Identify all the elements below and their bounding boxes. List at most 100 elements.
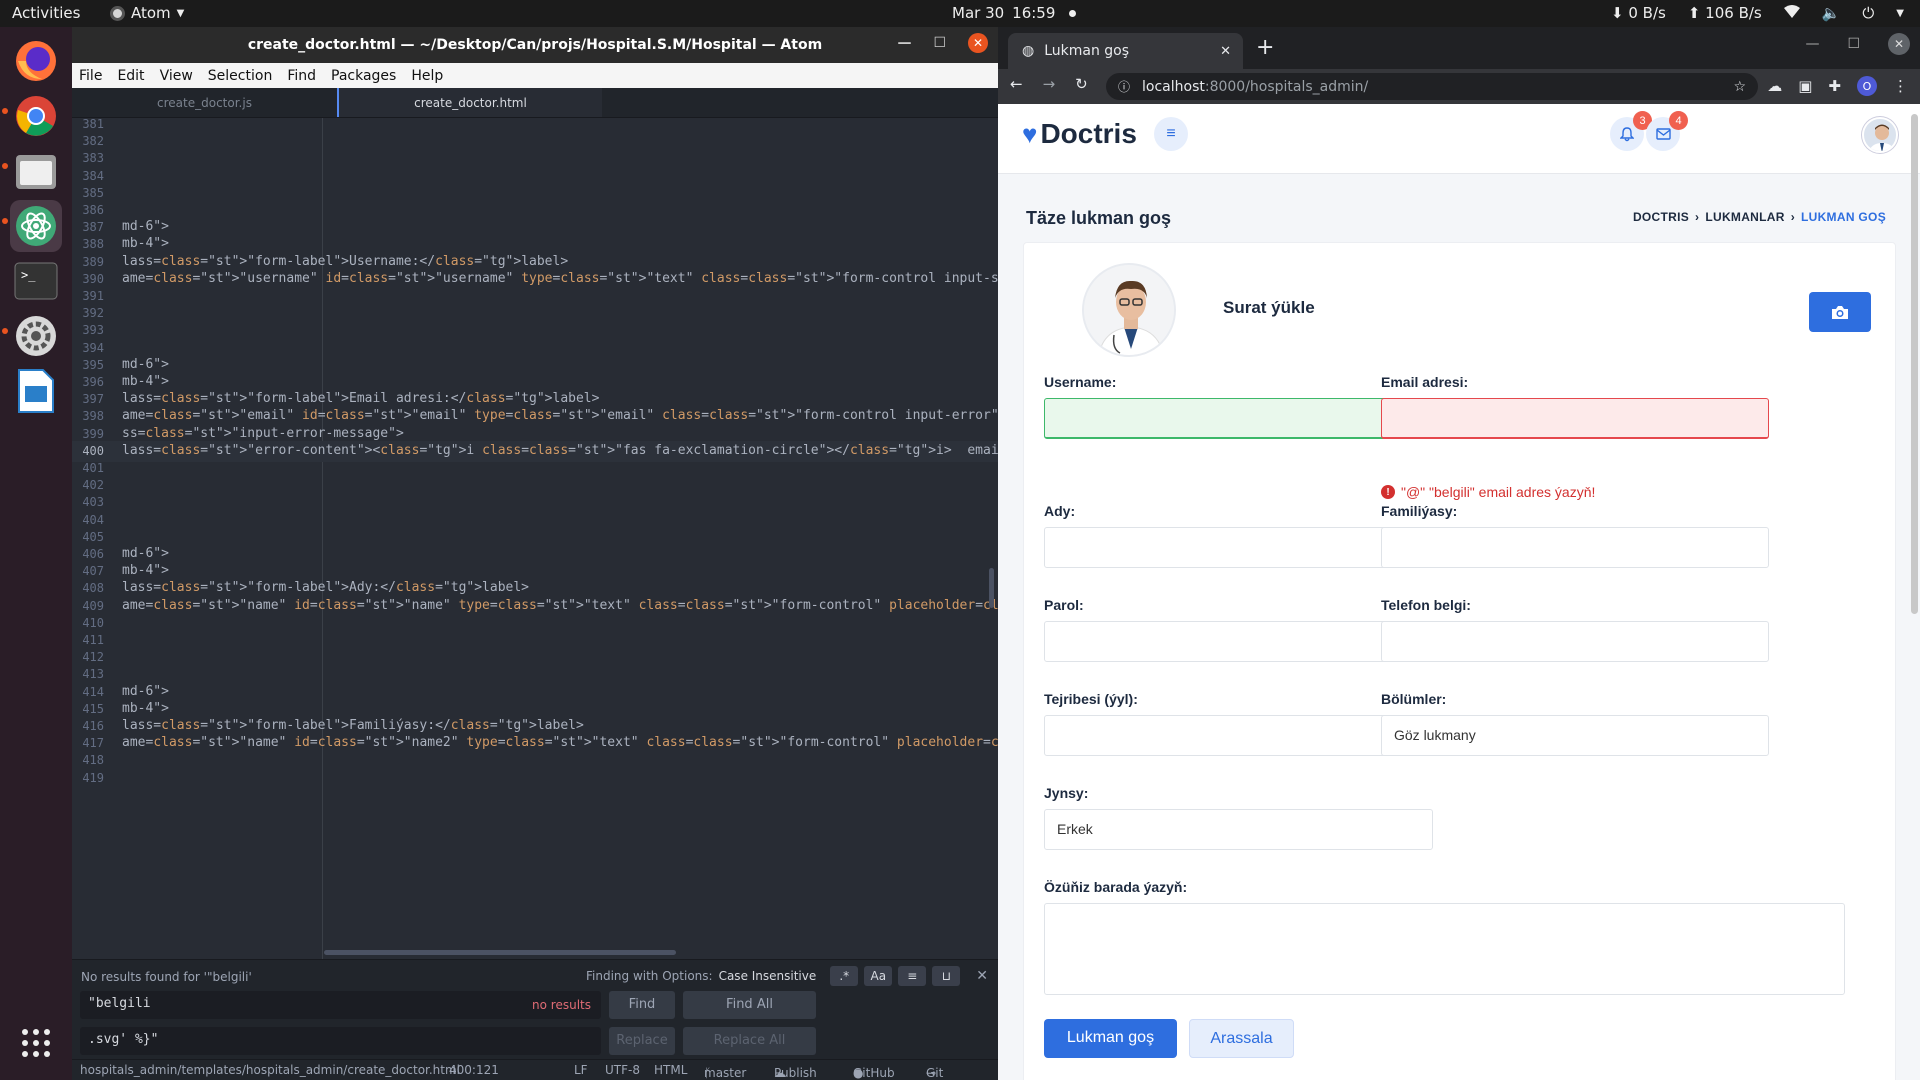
line-number: 419 xyxy=(82,770,104,785)
camera-upload-button[interactable] xyxy=(1809,292,1871,332)
app-grid-icon[interactable] xyxy=(10,1017,62,1069)
site-logo[interactable]: ♥ Doctris xyxy=(1022,118,1137,150)
code-editor[interactable]: 381 382 383 384 385 386 387 md-6"> 388 mb-4"> 389 l… xyxy=(72,118,998,959)
department-select[interactable]: Göz lukmany xyxy=(1381,715,1769,756)
atom-menubar: File Edit View Selection Find Packages H… xyxy=(72,63,998,88)
breadcrumb-doctris[interactable]: DOCTRIS xyxy=(1633,210,1689,224)
close-find-icon[interactable]: ✕ xyxy=(976,968,988,984)
extensions-puzzle-icon[interactable]: ✚ xyxy=(1828,77,1841,95)
minimize-icon[interactable]: — xyxy=(897,35,911,51)
selection-only-icon[interactable]: ≡ xyxy=(898,966,927,986)
forward-icon[interactable]: → xyxy=(1043,75,1056,93)
clock-date: Mar 30 xyxy=(952,4,1005,22)
name-input[interactable] xyxy=(1044,527,1433,568)
reset-button[interactable]: Arassala xyxy=(1189,1019,1294,1058)
notifications-bell-icon[interactable]: 3 xyxy=(1610,111,1652,151)
cursor-position[interactable]: 400:121 xyxy=(449,1063,499,1077)
phone-input[interactable] xyxy=(1381,621,1769,662)
minimize-icon[interactable]: — xyxy=(1805,36,1819,52)
close-icon[interactable]: ✕ xyxy=(968,33,988,53)
user-avatar[interactable] xyxy=(1862,117,1898,153)
file-path[interactable]: hospitals_admin/templates/hospitals_admi… xyxy=(80,1063,460,1077)
code-line[interactable]: 419 xyxy=(72,768,998,789)
grammar[interactable]: HTML xyxy=(654,1063,687,1077)
extension-cloud-icon[interactable]: ☁ xyxy=(1767,77,1782,95)
app-menu[interactable]: Atom ▼ xyxy=(110,4,184,22)
replace-all-button[interactable]: Replace All xyxy=(683,1027,816,1055)
menu-toggle-icon[interactable]: ≡ xyxy=(1154,117,1188,151)
menu-selection[interactable]: Selection xyxy=(208,68,273,84)
new-tab-icon[interactable]: + xyxy=(1256,35,1274,60)
caret-down-icon: ▼ xyxy=(176,7,185,19)
line-number: 387 xyxy=(82,220,104,235)
menu-packages[interactable]: Packages xyxy=(331,68,396,84)
extension-screen-icon[interactable]: ▣ xyxy=(1798,77,1812,95)
whole-word-icon[interactable]: ⊔ xyxy=(932,966,961,986)
page-title: Täze lukman goş xyxy=(1026,208,1172,228)
libreoffice-impress-icon[interactable] xyxy=(10,365,62,417)
files-icon[interactable] xyxy=(10,145,62,197)
volume-icon: 🔈 xyxy=(1821,4,1841,22)
bookmark-star-icon[interactable]: ☆ xyxy=(1733,79,1746,95)
menu-view[interactable]: View xyxy=(160,68,193,84)
regex-toggle[interactable]: .* xyxy=(830,966,859,986)
surname-input[interactable] xyxy=(1381,527,1769,568)
tab-create-doctor-js[interactable]: create_doctor.js xyxy=(72,88,337,117)
experience-input[interactable] xyxy=(1044,715,1433,756)
line-number: 399 xyxy=(82,426,104,441)
horizontal-scrollbar[interactable] xyxy=(324,950,676,955)
line-number: 415 xyxy=(82,701,104,716)
email-error-message: ! "@" "belgili" email adres ýazyň! xyxy=(1381,484,1595,500)
atom-titlebar[interactable]: create_doctor.html — ~/Desktop/Can/projs… xyxy=(72,27,998,63)
find-all-button[interactable]: Find All xyxy=(683,991,816,1019)
find-input[interactable]: "belgili no results xyxy=(80,991,601,1019)
password-input[interactable]: 👁 xyxy=(1044,621,1433,662)
atom-icon[interactable] xyxy=(10,200,62,252)
menu-edit[interactable]: Edit xyxy=(117,68,144,84)
clock[interactable]: Mar 30 16:59 xyxy=(952,4,1077,22)
system-indicators[interactable]: ⬇ 0 B/s ⬆ 106 B/s 🔈 ⏻ ▼ xyxy=(1611,4,1904,22)
file-encoding[interactable]: UTF-8 xyxy=(605,1063,640,1077)
back-icon[interactable]: ← xyxy=(1010,75,1023,93)
menu-help[interactable]: Help xyxy=(411,68,443,84)
username-input[interactable] xyxy=(1044,398,1433,439)
maximize-icon[interactable]: ☐ xyxy=(933,35,946,51)
messages-mail-icon[interactable]: 4 xyxy=(1646,111,1688,151)
browser-menu-icon[interactable]: ⋮ xyxy=(1893,77,1908,95)
browser-tab[interactable]: ◍ Lukman goş ✕ xyxy=(1008,33,1243,69)
activities-button[interactable]: Activities xyxy=(12,4,80,22)
maximize-icon[interactable]: ☐ xyxy=(1847,36,1860,52)
gender-select[interactable]: Erkek xyxy=(1044,809,1433,850)
menu-file[interactable]: File xyxy=(79,68,102,84)
code-text: lass=class="st">"form-label">Username:</… xyxy=(122,253,569,269)
add-doctor-button[interactable]: Lukman goş xyxy=(1044,1019,1177,1058)
line-number: 390 xyxy=(82,271,104,286)
running-indicator xyxy=(2,218,8,224)
case-sensitive-toggle[interactable]: Aa xyxy=(864,966,893,986)
reload-icon[interactable]: ↻ xyxy=(1075,75,1088,93)
replace-input[interactable]: .svg' %}" xyxy=(80,1027,601,1055)
breadcrumb-lukmanlar[interactable]: LUKMANLAR xyxy=(1705,210,1784,224)
svg-text:>_: >_ xyxy=(21,268,36,282)
close-icon[interactable]: ✕ xyxy=(1888,33,1910,55)
line-number: 403 xyxy=(82,495,104,510)
chrome-icon[interactable] xyxy=(10,90,62,142)
replace-button[interactable]: Replace xyxy=(609,1027,675,1055)
find-button[interactable]: Find xyxy=(609,991,675,1019)
close-tab-icon[interactable]: ✕ xyxy=(1220,44,1231,59)
code-text: lass=class="st">"form-label">Email adres… xyxy=(122,391,600,407)
page-scrollbar[interactable] xyxy=(1911,114,1918,614)
line-number: 381 xyxy=(82,118,104,131)
tab-create-doctor-html[interactable]: create_doctor.html xyxy=(337,88,602,117)
line-ending[interactable]: LF xyxy=(574,1063,588,1077)
email-input[interactable] xyxy=(1381,398,1769,439)
line-number: 382 xyxy=(82,134,104,149)
profile-avatar[interactable]: O xyxy=(1857,76,1877,96)
terminal-icon[interactable]: >_ xyxy=(10,255,62,307)
vertical-scrollbar[interactable] xyxy=(989,568,994,608)
menu-find[interactable]: Find xyxy=(287,68,316,84)
about-textarea[interactable] xyxy=(1044,903,1845,995)
firefox-icon[interactable] xyxy=(10,35,62,87)
settings-icon[interactable] xyxy=(10,310,62,362)
address-bar[interactable]: ⓘ localhost:8000/hospitals_admin/ ☆ xyxy=(1106,73,1758,100)
